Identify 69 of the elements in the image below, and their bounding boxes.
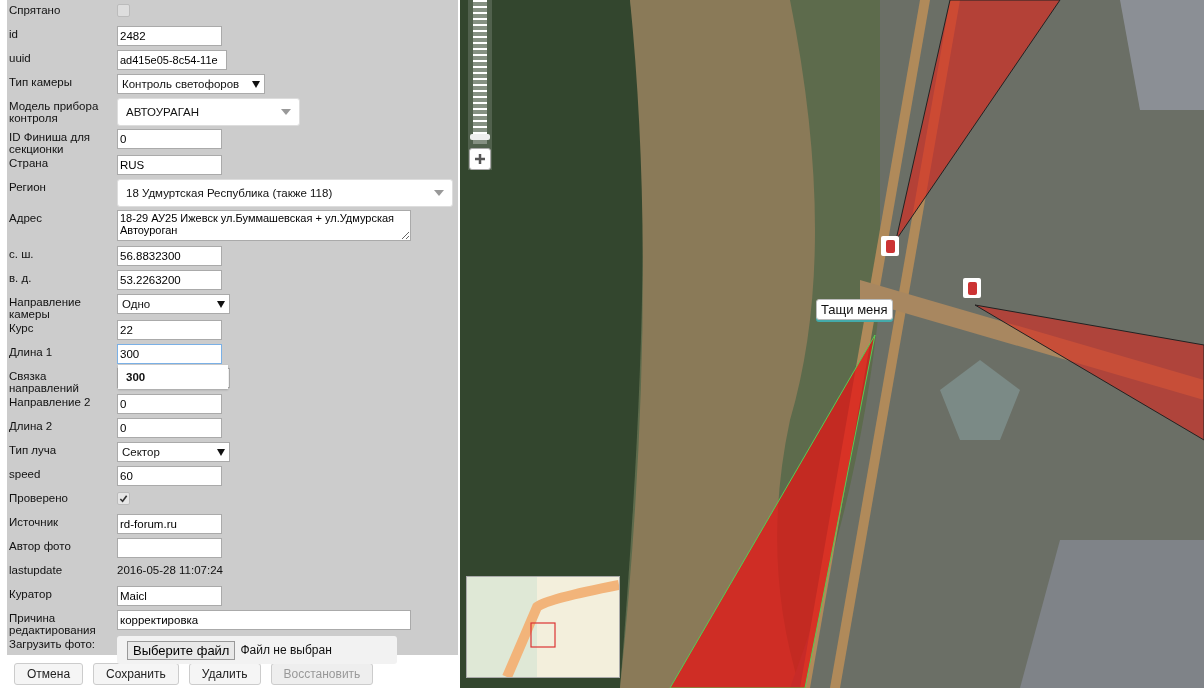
text-field[interactable]: 2482: [117, 26, 222, 46]
field-label: Источник: [9, 515, 60, 528]
field-label: Тип луча: [9, 443, 58, 456]
dropdown-field[interactable]: АВТОУРАГАН: [117, 98, 300, 126]
traffic-light-marker-icon[interactable]: [963, 278, 981, 298]
field-label: Курс: [9, 321, 35, 334]
field-label: с. ш.: [9, 247, 35, 260]
field-label: lastupdate: [9, 563, 64, 576]
select-field[interactable]: Одно: [117, 294, 230, 314]
drag-marker-tooltip[interactable]: Тащи меня: [816, 299, 893, 320]
dropdown-arrow-icon: [217, 448, 225, 456]
text-field[interactable]: 0: [117, 394, 222, 414]
text-field[interactable]: корректировка: [117, 610, 411, 630]
satellite-map[interactable]: [460, 0, 1204, 688]
text-field[interactable]: 53.2263200: [117, 270, 222, 290]
text-field[interactable]: [117, 538, 222, 558]
field-label: speed: [9, 467, 42, 480]
form-button[interactable]: Отмена: [14, 663, 84, 685]
checkbox[interactable]: [117, 492, 130, 505]
field-label: Адрес: [9, 211, 43, 224]
field-label: Направление камеры: [9, 295, 82, 320]
text-field[interactable]: ad415e05-8c54-11e: [117, 50, 227, 70]
form-button[interactable]: Удалить: [188, 663, 261, 685]
field-label: Регион: [9, 180, 47, 193]
field-label: Страна: [9, 156, 50, 169]
field-label: Автор фото: [9, 539, 72, 552]
text-field[interactable]: 56.8832300: [117, 246, 222, 266]
field-label: ID Финиша для секционки: [9, 130, 92, 155]
text-field[interactable]: 22: [117, 320, 222, 340]
zoom-slider-fill[interactable]: [473, 0, 487, 137]
text-field[interactable]: Maicl: [117, 586, 222, 606]
field-label: Спрятано: [9, 3, 62, 16]
file-status: Файл не выбран: [240, 643, 332, 657]
dropdown-arrow-icon: [252, 80, 260, 88]
text-field[interactable]: 0: [117, 129, 222, 149]
text-field[interactable]: RUS: [117, 155, 222, 175]
text-field[interactable]: 60: [117, 466, 222, 486]
field-label: uuid: [9, 51, 32, 64]
dropdown-arrow-icon: [217, 300, 225, 308]
text-field[interactable]: 0: [117, 418, 222, 438]
field-label: Длина 2: [9, 419, 54, 432]
text-field[interactable]: rd-forum.ru: [117, 514, 222, 534]
select-field[interactable]: Контроль светофоров: [117, 74, 265, 94]
zoom-slider-thumb[interactable]: [470, 133, 490, 140]
select-field[interactable]: Сектор: [117, 442, 230, 462]
field-label: Длина 1: [9, 345, 54, 358]
choose-file-button[interactable]: Выберите файл: [127, 640, 236, 660]
field-label: в. д.: [9, 271, 33, 284]
field-label: Направление 2: [9, 395, 92, 408]
field-label: Загрузить фото:: [9, 637, 97, 650]
zoom-slider[interactable]: [468, 0, 492, 170]
field-label: Модель прибора контроля: [9, 99, 100, 124]
zoom-in-icon[interactable]: [469, 148, 491, 170]
field-label: Причина редактирования: [9, 611, 97, 636]
form-button[interactable]: Сохранить: [93, 663, 179, 685]
field-label: id: [9, 27, 19, 40]
field-label: Тип камеры: [9, 75, 73, 88]
text-field[interactable]: 300: [117, 344, 222, 364]
caret-icon: [281, 109, 291, 115]
checkbox[interactable]: [117, 4, 130, 17]
traffic-light-marker-icon[interactable]: [881, 236, 899, 256]
autocomplete-menu[interactable]: 300: [118, 365, 228, 389]
caret-icon: [434, 190, 444, 196]
dropdown-field[interactable]: 18 Удмуртская Республика (также 118): [117, 179, 453, 207]
field-label: Связка направлений: [9, 369, 80, 394]
field-label: Проверено: [9, 491, 69, 504]
field-value: 2016-05-28 11:07:24: [117, 563, 223, 576]
address-textarea[interactable]: 18-29 АУ25 Ижевск ул.Буммашевская + ул.Удмурская Автоуроган: [117, 210, 411, 241]
field-label: Куратор: [9, 587, 53, 600]
